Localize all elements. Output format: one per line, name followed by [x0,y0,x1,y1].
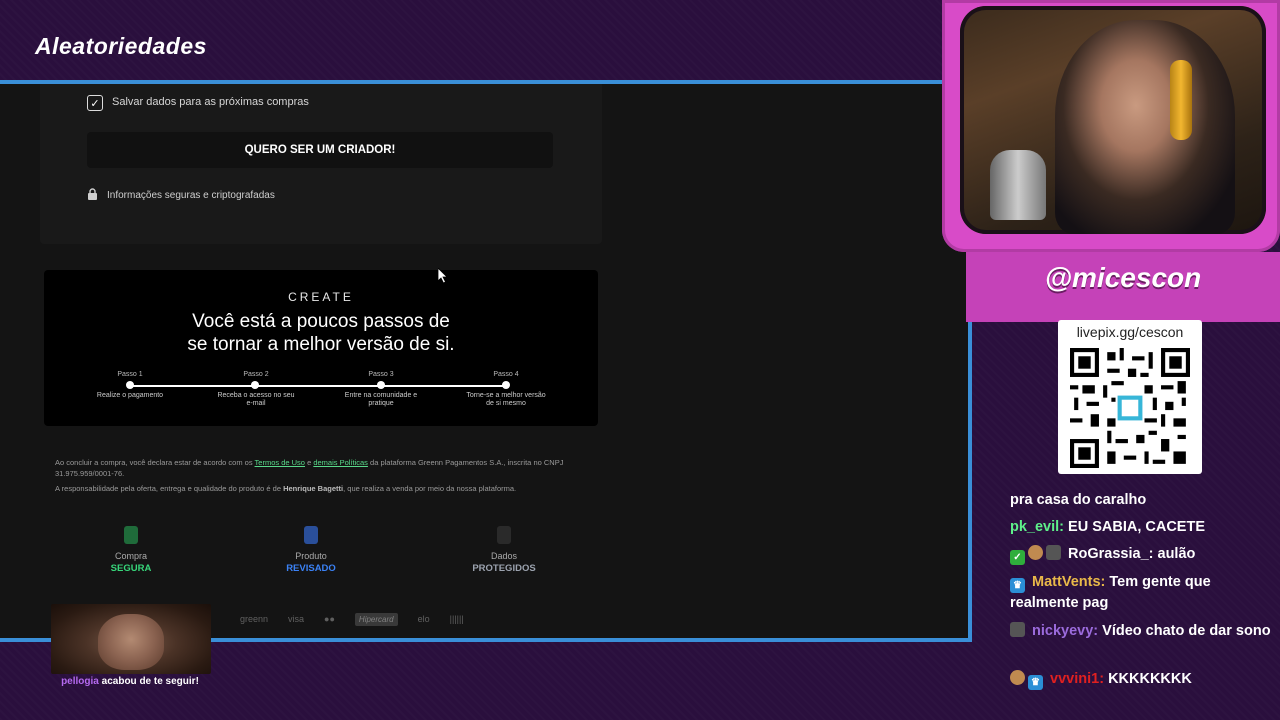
chat-username: nickyevy: [1032,623,1099,639]
steps-progress-line [130,385,506,387]
step-3-dot [377,381,385,389]
elo-logo: elo [417,614,430,624]
cookie-badge-icon [1010,670,1025,685]
microphone-image [990,150,1046,220]
headline-line-1: Você está a poucos passos de [192,311,450,332]
save-data-label: Salvar dados para as próximas compras [112,96,309,108]
chat-text: EU SABIA, CACETE [1068,519,1205,535]
chat-username: vvvini1: [1050,671,1105,687]
document-check-icon [304,526,318,544]
step-1-dot [126,381,134,389]
chat-message: ♛ vvvini1: KKKKKKKK [1010,669,1272,690]
banner-brand: CREATE [288,290,354,304]
check-badge-icon: ✓ [1010,550,1025,565]
chat-text: KKKKKKKK [1108,671,1192,687]
chat-message: pk_evil: EU SABIA, CACETE [1010,517,1272,538]
step-2-dot [251,381,259,389]
step-4-desc: Torne-se a melhor versão de si mesmo [466,392,546,407]
follow-alert-text: pellogia acabou de te seguir! [20,676,240,687]
step-2-title: Passo 2 [243,371,269,378]
step-2-desc: Receba o acesso no seu e-mail [217,392,295,407]
resp-part-2: , que realiza a venda por meio da nossa … [343,484,517,493]
submit-creator-button[interactable]: QUERO SER UM CRIADOR! [87,132,553,168]
lock-icon [88,188,97,200]
checkout-page: ✓ Salvar dados para as próximas compras … [0,84,968,638]
step-3-desc: Entre na comunidade e pratique [344,392,418,407]
badge-data-top: Dados [490,551,517,561]
badge-data-bottom: PROTEGIDOS [472,563,536,574]
checkout-form-card: ✓ Salvar dados para as próximas compras … [40,84,602,244]
step-4-title: Passo 4 [493,371,519,378]
crown-badge-icon: ♛ [1028,675,1043,690]
hipercard-logo: Hipercard [354,612,398,626]
chat-text: pra casa do caralho [1010,492,1147,508]
legal-terms-text: Ao concluir a compra, você declara estar… [55,457,615,479]
create-banner: CREATE Você está a poucos passos de se t… [44,270,598,426]
crown-badge-icon: ♛ [1010,578,1025,593]
chat-message: ♛ MattVents: Tem gente que realmente pag [1010,572,1272,614]
seller-name: Henrique Bagetti [283,484,344,493]
headline-line-2: se tornar a melhor versão de si. [187,334,455,355]
boleto-logo: |||||| [449,614,464,624]
follow-alert-face [98,614,164,670]
step-4-dot [502,381,510,389]
follow-message: acabou de te seguir! [98,676,199,687]
bits-badge-icon [1010,622,1025,637]
legal-text-part-1: Ao concluir a compra, você declara estar… [55,458,255,467]
cookie-badge-icon [1028,545,1043,560]
chat-username: pk_evil: [1010,519,1064,535]
greenn-logo: greenn [240,614,269,624]
streamer-video [1055,20,1235,234]
follower-username: pellogia [61,676,99,687]
badge-product-bottom: REVISADO [286,563,336,574]
chat-text: Vídeo chato de dar sono [1102,623,1271,639]
chat-message: pra casa do caralho [1010,490,1272,511]
badge-secure-bottom: SEGURA [110,563,152,574]
step-1-desc: Realize o pagamento [96,392,164,399]
lock-icon [124,526,138,544]
qr-url: livepix.gg/cescon [1076,324,1184,340]
shield-icon [497,526,511,544]
stream-title: Aleatoriedades [35,33,207,59]
resp-part-1: A responsabilidade pela oferta, entrega … [55,484,284,493]
banner-headline: Você está a poucos passos de se tornar a… [44,310,598,356]
step-1-title: Passo 1 [117,371,143,378]
bits-badge-icon [1046,545,1061,560]
save-data-checkbox[interactable]: ✓ [87,95,103,111]
chat-username: MattVents: [1032,574,1106,590]
browser-capture: ✓ Salvar dados para as próximas compras … [0,80,972,642]
policies-link[interactable]: demais Políticas [313,458,368,467]
step-3-title: Passo 3 [368,371,394,378]
chat-message: nickyevy: Vídeo chato de dar sono [1010,621,1272,642]
channel-name: @micescon [1044,262,1202,293]
secure-info-text: Informações seguras e criptografadas [107,190,275,201]
chat-text: aulão [1157,546,1196,562]
headphone-image [1170,60,1192,140]
chat-message: ✓ RoGrassia_: aulão [1010,544,1272,565]
mouse-cursor-icon [438,268,448,284]
terms-of-use-link[interactable]: Termos de Uso [255,458,305,467]
badge-product-top: Produto [295,551,327,561]
mastercard-logo: ●● [324,614,335,624]
badge-secure-top: Compra [114,551,147,561]
visa-logo: visa [288,614,305,624]
chat-username: RoGrassia_: [1068,546,1154,562]
payment-methods-row: greenn visa ●● Hipercard elo |||||| [240,610,600,628]
legal-responsibility-text: A responsabilidade pela oferta, entrega … [55,484,615,493]
qr-code-icon [1070,348,1190,468]
